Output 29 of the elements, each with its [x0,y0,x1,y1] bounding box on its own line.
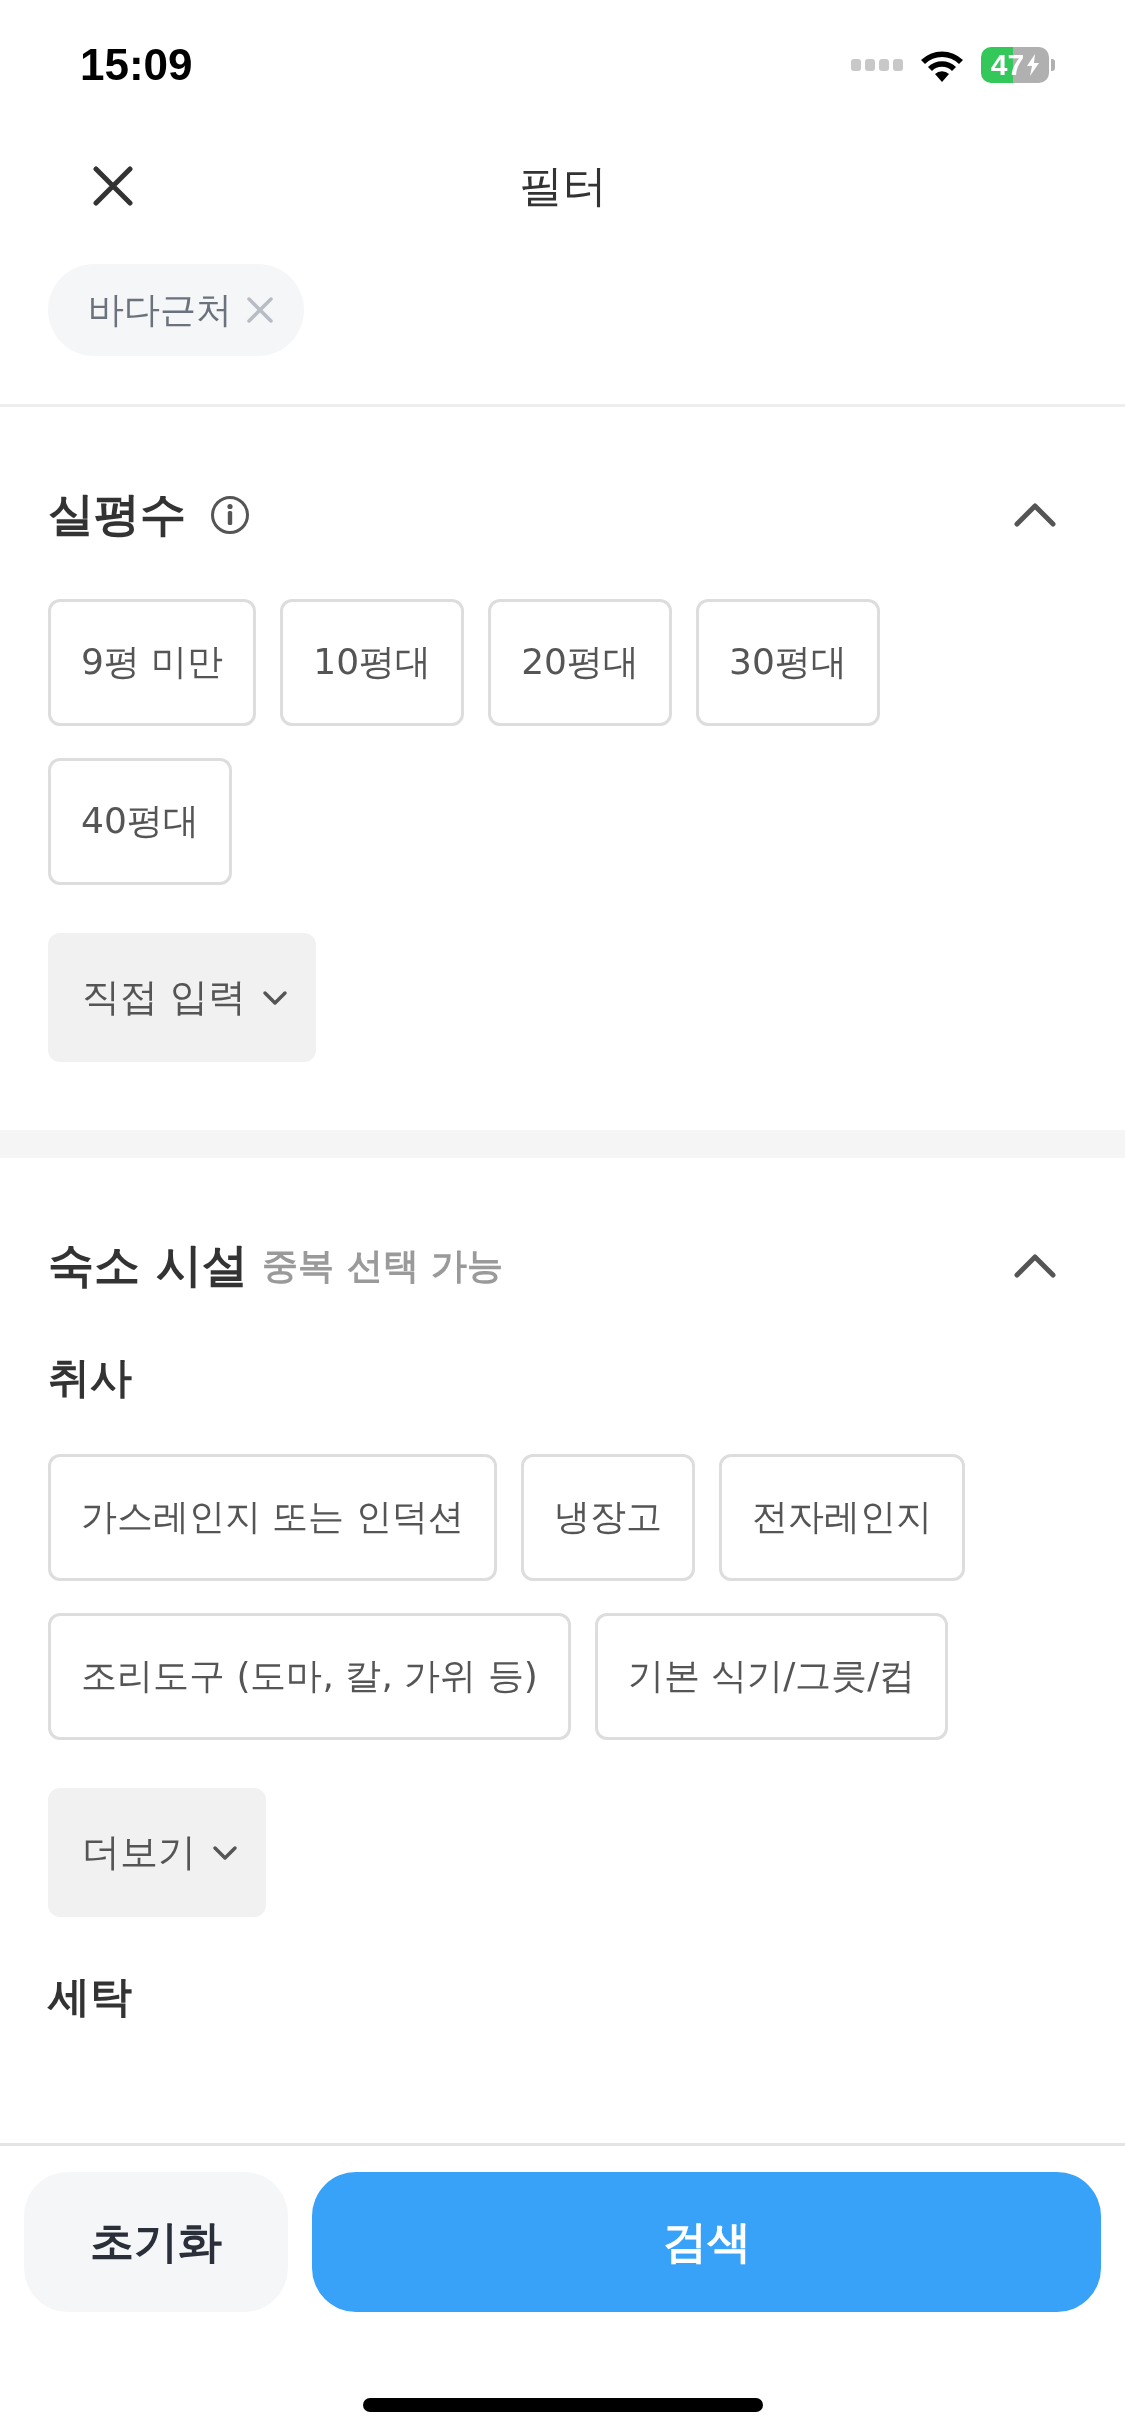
applied-filter-chip[interactable]: 바다근처 [48,264,304,356]
status-time: 15:09 [80,40,193,90]
option-chip[interactable]: 40평대 [48,758,232,885]
option-chip[interactable]: 냉장고 [520,1454,695,1581]
collapse-chevron-icon[interactable] [1013,502,1057,528]
page-title: 필터 [518,158,607,213]
expand-button[interactable]: 직접 입력 [48,933,317,1062]
option-chip[interactable]: 조리도구 (도마, 칼, 가위 등) [48,1613,571,1740]
collapse-chevron-icon[interactable] [1013,1253,1057,1279]
chevron-down-icon [262,989,289,1006]
close-icon[interactable] [93,166,133,206]
option-chip[interactable]: 20평대 [488,599,672,726]
info-icon[interactable] [210,495,250,535]
option-chip[interactable]: 전자레인지 [718,1454,965,1581]
section-title: 숙소 시설 [48,1237,248,1294]
group-heading: 취사 [48,1352,132,1404]
option-chip[interactable]: 10평대 [280,599,465,726]
group-heading: 세탁 [48,1971,132,2023]
chevron-down-icon [212,1844,238,1861]
section-title: 실평수 [48,486,186,543]
option-chip[interactable]: 기본 식기/그릇/컵 [594,1613,949,1740]
signal-icon [851,59,903,71]
option-chip[interactable]: 가스레인지 또는 인덕션 [48,1454,497,1581]
reset-button[interactable]: 초기화 [24,2172,288,2312]
wifi-icon [919,48,965,82]
expand-button[interactable]: 더보기 [48,1788,266,1917]
section-subtitle: 중복 선택 가능 [262,1243,504,1288]
option-chip[interactable]: 9평 미만 [48,599,257,726]
option-chip[interactable]: 30평대 [696,599,880,726]
